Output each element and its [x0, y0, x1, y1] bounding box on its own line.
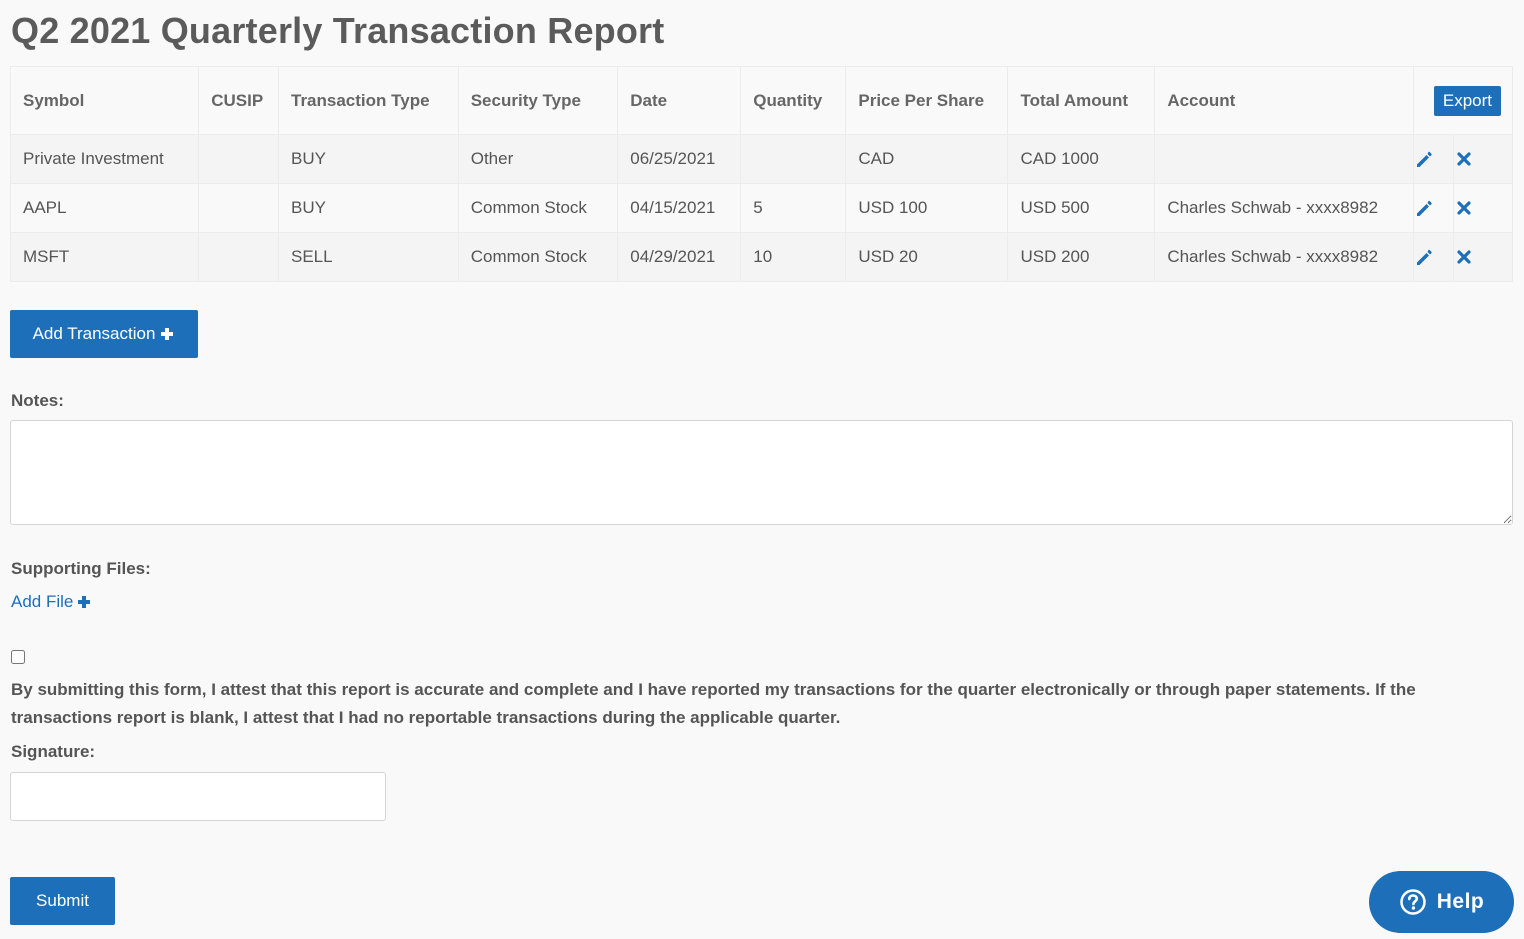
delete-cell [1453, 232, 1513, 282]
pencil-icon[interactable] [1414, 247, 1434, 267]
signature-label: Signature: [11, 742, 96, 761]
pencil-icon[interactable] [1414, 198, 1434, 218]
cell-quantity: 10 [740, 232, 847, 282]
help-button[interactable]: Help [1369, 871, 1514, 933]
cell-total-amount: USD 200 [1007, 232, 1156, 282]
add-transaction-button[interactable]: Add Transaction [10, 310, 198, 358]
add-file-link[interactable]: Add File [11, 592, 92, 612]
supporting-files-label: Supporting Files: [11, 559, 151, 578]
cell-symbol: MSFT [9, 232, 200, 282]
column-header-price-per-share: Price Per Share [845, 66, 1009, 135]
column-header-date: Date [617, 66, 742, 135]
cell-security-type: Common Stock [457, 232, 619, 282]
cell-transaction-type: BUY [278, 134, 459, 184]
delete-cell [1453, 134, 1513, 184]
cell-symbol: Private Investment [9, 134, 200, 184]
column-header-actions: Export [1412, 66, 1514, 135]
cell-quantity: 5 [740, 183, 847, 233]
question-circle-icon [1399, 889, 1426, 915]
attestation-text: By submitting this form, I attest that t… [11, 680, 1416, 727]
cell-security-type: Other [457, 134, 619, 184]
close-icon[interactable] [1454, 149, 1474, 169]
column-header-transaction-type: Transaction Type [278, 66, 459, 135]
cell-price-per-share: USD 100 [845, 183, 1009, 233]
cell-date: 04/15/2021 [617, 183, 742, 233]
help-label: Help [1436, 890, 1485, 913]
cell-account [1154, 134, 1414, 184]
export-button[interactable]: Export [1433, 85, 1501, 116]
table-header-row: Symbol CUSIP Transaction Type Security T… [9, 66, 1514, 135]
table-row: MSFT SELL Common Stock 04/29/2021 10 USD… [9, 232, 1513, 282]
column-header-cusip: CUSIP [198, 66, 279, 135]
cell-date: 04/29/2021 [617, 232, 742, 282]
submit-button[interactable]: Submit [10, 877, 115, 925]
cell-cusip [198, 232, 279, 282]
cell-total-amount: USD 500 [1007, 183, 1156, 233]
notes-textarea[interactable] [10, 420, 1513, 525]
cell-cusip [198, 134, 279, 184]
delete-cell [1453, 183, 1513, 233]
add-transaction-label: Add Transaction [32, 324, 156, 343]
page: Q2 2021 Quarterly Transaction Report Sym… [0, 0, 1524, 939]
cell-transaction-type: SELL [278, 232, 459, 282]
cell-price-per-share: USD 20 [845, 232, 1009, 282]
column-header-total-amount: Total Amount [1007, 66, 1156, 135]
page-title: Q2 2021 Quarterly Transaction Report [11, 10, 665, 51]
edit-cell [1412, 232, 1455, 282]
cell-quantity [740, 134, 847, 184]
transactions-table: Symbol CUSIP Transaction Type Security T… [9, 66, 1514, 282]
pencil-icon[interactable] [1414, 149, 1434, 169]
plus-icon [161, 328, 174, 340]
cell-transaction-type: BUY [278, 183, 459, 233]
cell-total-amount: CAD 1000 [1007, 134, 1156, 184]
edit-cell [1412, 134, 1455, 184]
close-icon[interactable] [1454, 247, 1474, 267]
plus-icon [78, 596, 91, 608]
column-header-security-type: Security Type [457, 66, 619, 135]
cell-cusip [198, 183, 279, 233]
column-header-quantity: Quantity [740, 66, 847, 135]
column-header-account: Account [1154, 66, 1414, 135]
cell-account: Charles Schwab - xxxx8982 [1154, 232, 1414, 282]
edit-cell [1412, 183, 1455, 233]
column-header-symbol: Symbol [9, 66, 200, 135]
signature-input[interactable] [10, 772, 386, 821]
attestation-checkbox[interactable] [11, 650, 25, 664]
table-row: Private Investment BUY Other 06/25/2021 … [9, 134, 1513, 184]
notes-label: Notes: [11, 391, 64, 410]
cell-security-type: Common Stock [457, 183, 619, 233]
cell-price-per-share: CAD [845, 134, 1009, 184]
close-icon[interactable] [1454, 198, 1474, 218]
add-file-label: Add File [11, 592, 74, 611]
table-row: AAPL BUY Common Stock 04/15/2021 5 USD 1… [9, 183, 1513, 233]
cell-symbol: AAPL [9, 183, 200, 233]
cell-account: Charles Schwab - xxxx8982 [1154, 183, 1414, 233]
cell-date: 06/25/2021 [617, 134, 742, 184]
